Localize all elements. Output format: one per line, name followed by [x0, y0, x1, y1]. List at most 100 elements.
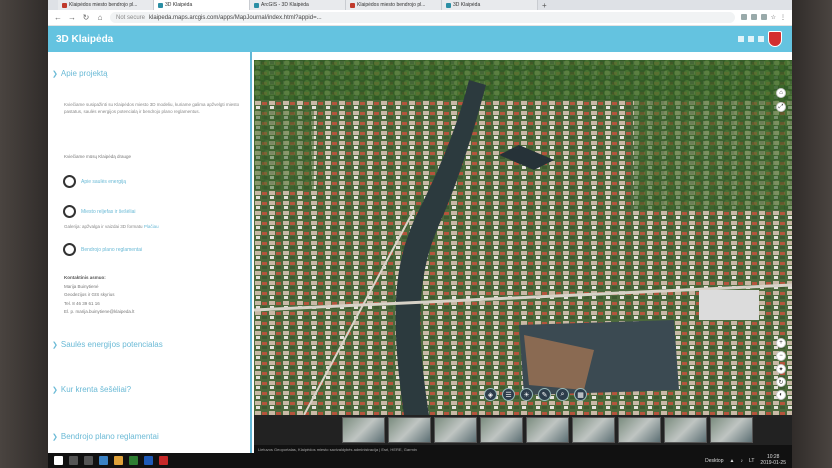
slide-thumbnail[interactable]	[526, 417, 569, 443]
contact-block: Kontaktinis asmuo: Marija Buinytienė Geo…	[64, 274, 134, 317]
forward-icon[interactable]: →	[68, 13, 76, 22]
map-bottom-tools: ◈ ☰ ☀ ✎ ⌕ ▦	[484, 388, 587, 401]
pdf-icon[interactable]	[159, 456, 168, 465]
contact-line: Geodezijos ir GIS skyrius	[64, 292, 115, 297]
map-zoom-tools: + − ✦ ↻ ◐	[776, 338, 786, 400]
extension-icon[interactable]	[740, 14, 747, 20]
desktop-label[interactable]: Desktop	[705, 458, 723, 464]
3d-city-map[interactable]: ⌂ ⤢ + − ✦ ↻ ◐ ◈ ☰ ☀ ✎ ⌕ ▦	[254, 60, 792, 415]
city-crest-icon	[350, 2, 355, 8]
map-credits: Lietuvos Geoportalas, Klaipėdos miesto s…	[254, 445, 792, 453]
measure-icon[interactable]: ✎	[538, 388, 551, 401]
sun-icon[interactable]: ☀	[520, 388, 533, 401]
arcgis-icon	[158, 2, 163, 8]
browser-tab[interactable]: ArcGIS - 3D Klaipėda	[250, 0, 346, 10]
slide-thumbnail[interactable]	[572, 417, 615, 443]
chrome-icon[interactable]	[114, 456, 123, 465]
section-shadow[interactable]: ❯ Kur krenta šešėliai?	[52, 385, 131, 394]
chevron-right-icon: ❯	[52, 70, 58, 78]
language-indicator[interactable]: LT	[749, 458, 754, 464]
back-icon[interactable]: ←	[54, 13, 62, 22]
star-icon[interactable]: ☆	[771, 14, 776, 21]
fullscreen-icon[interactable]: ⤢	[776, 102, 786, 112]
menu-icon[interactable]: ⋮	[780, 14, 786, 21]
word-icon[interactable]	[144, 456, 153, 465]
system-tray: Desktop ▲ ♪ LT 10:28 2019-01-25	[705, 454, 786, 466]
browser-tab[interactable]: Klaipėdos miesto bendrojo pl...	[346, 0, 442, 10]
browser-tab[interactable]: Klaipėdos miesto bendrojo pl...	[58, 0, 154, 10]
task-view-icon[interactable]	[84, 456, 93, 465]
circle-bullet-icon	[63, 175, 76, 188]
chevron-right-icon: ❯	[52, 341, 58, 349]
invite-text: Kviečiame mūsų Klaipėdą drauge	[64, 154, 132, 159]
search-icon[interactable]: ⌕	[556, 388, 569, 401]
browser-tab-bar: Klaipėdos miesto bendrojo pl... 3D Klaip…	[48, 0, 792, 10]
contact-line: El. p. marija.buinytiene@klaipeda.lt	[64, 309, 135, 314]
app-header: 3D Klaipėda	[48, 26, 792, 52]
slide-thumbnail[interactable]	[434, 417, 477, 443]
basemap-icon[interactable]: ▦	[574, 388, 587, 401]
extension-icon[interactable]	[760, 14, 767, 20]
arcgis-icon	[446, 2, 451, 8]
slide-thumbnail[interactable]	[618, 417, 661, 443]
slide-thumbnail[interactable]	[710, 417, 753, 443]
extension-icon[interactable]	[750, 14, 757, 20]
intro-text: Kviečiame susipažinti su Klaipėdos miest…	[64, 102, 240, 114]
twitter-icon[interactable]	[748, 36, 754, 42]
browser-tab[interactable]: 3D Klaipėda	[442, 0, 538, 10]
compass-icon[interactable]: ✦	[776, 364, 786, 374]
reload-icon[interactable]: ↻	[82, 13, 90, 22]
slide-thumbnail[interactable]	[388, 417, 431, 443]
address-bar-row: ← → ↻ ⌂ Not secure klaipeda.maps.arcgis.…	[48, 10, 792, 26]
contacts-heading: Kontaktinis asmuo:	[64, 275, 106, 280]
explorer-icon[interactable]	[99, 456, 108, 465]
slide-thumbnail[interactable]	[480, 417, 523, 443]
zoom-out-icon[interactable]: −	[776, 351, 786, 361]
section-about[interactable]: ❯ Apie projektą	[52, 69, 108, 78]
url-field[interactable]: Not secure klaipeda.maps.arcgis.com/apps…	[110, 12, 735, 23]
story-item-relief[interactable]: Miesto reljefas ir šešėliai	[63, 205, 135, 218]
contact-line: Marija Buinytienė	[64, 283, 99, 289]
new-tab-icon[interactable]: +	[538, 1, 551, 10]
chevron-right-icon: ❯	[52, 433, 58, 441]
zoom-in-icon[interactable]: +	[776, 338, 786, 348]
home-view-icon[interactable]: ⌂	[776, 88, 786, 98]
header-icons	[738, 31, 782, 47]
network-icon[interactable]: ▲	[730, 458, 735, 464]
more-link[interactable]: Plačiau	[144, 224, 159, 229]
legend-icon[interactable]: ☰	[502, 388, 515, 401]
home-icon[interactable]: ⌂	[96, 13, 104, 22]
excel-icon[interactable]	[129, 456, 138, 465]
circle-bullet-icon	[63, 205, 76, 218]
slide-thumbnail[interactable]	[342, 417, 385, 443]
start-icon[interactable]	[54, 456, 63, 465]
facebook-icon[interactable]	[738, 36, 744, 42]
extensions-area: ☆ ⋮	[740, 14, 786, 21]
app-title: 3D Klaipėda	[56, 33, 114, 45]
search-taskbar-icon[interactable]	[69, 456, 78, 465]
app-icon	[62, 2, 67, 8]
tilt-icon[interactable]: ◐	[776, 390, 786, 400]
contact-line: Tel. 8 46 39 61 16	[64, 300, 100, 306]
map-nav-tools: ⌂ ⤢	[776, 88, 786, 112]
circle-bullet-icon	[63, 243, 76, 256]
rotate-icon[interactable]: ↻	[776, 377, 786, 387]
volume-icon[interactable]: ♪	[740, 458, 743, 464]
os-taskbar: Desktop ▲ ♪ LT 10:28 2019-01-25	[48, 453, 792, 468]
section-plan[interactable]: ❯ Bendrojo plano reglamentai	[52, 432, 159, 441]
chevron-right-icon: ❯	[52, 386, 58, 394]
arcgis-icon	[254, 2, 259, 8]
share-icon[interactable]	[758, 36, 764, 42]
city-aerial-view	[254, 60, 792, 415]
section-solar[interactable]: ❯ Saulės energijos potencialas	[52, 340, 163, 349]
story-item-plan[interactable]: Bendrojo plano reglamentai	[63, 243, 142, 256]
browser-tab-active[interactable]: 3D Klaipėda	[154, 0, 250, 10]
clock[interactable]: 10:28 2019-01-25	[760, 454, 786, 466]
layers-icon[interactable]: ◈	[484, 388, 497, 401]
slide-thumbnail[interactable]	[664, 417, 707, 443]
monitor-screen: Klaipėdos miesto bendrojo pl... 3D Klaip…	[48, 0, 792, 468]
side-panel: ❯ Apie projektą Kviečiame susipažinti su …	[48, 52, 252, 468]
story-item-solar[interactable]: Apie saulės energiją	[63, 175, 126, 188]
story-item-subtext: Galerija: apžvalga ir vaizdai 3D formatu…	[64, 224, 159, 229]
slide-thumbnails	[254, 415, 792, 445]
